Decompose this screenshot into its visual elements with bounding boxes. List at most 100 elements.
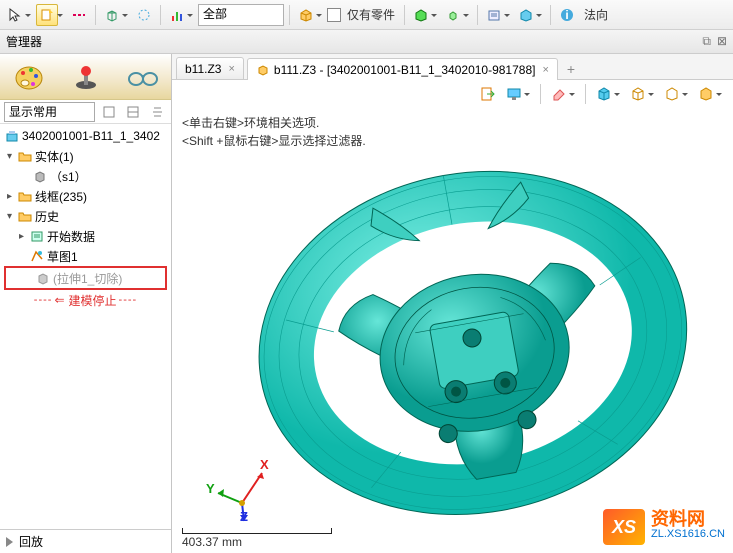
separator [585, 84, 586, 104]
display-opt-1[interactable] [99, 102, 119, 122]
glasses-mode[interactable] [125, 59, 161, 95]
watermark-logo: XS [603, 509, 645, 545]
feature-tree[interactable]: 3402001001-B11_1_3402 ▾ 实体(1) （s1） ▸ 线框(… [0, 124, 171, 529]
separator [540, 84, 541, 104]
tab-b111[interactable]: b111.Z3 - [3402001001-B11_1_3402010-9817… [247, 58, 558, 80]
watermark-cn: 资料网 [651, 512, 725, 527]
replay-label: 回放 [19, 533, 43, 550]
tree-start-data[interactable]: ▸ 开始数据 [0, 226, 171, 246]
tree-root[interactable]: 3402001001-B11_1_3402 [0, 126, 171, 146]
joystick-mode[interactable] [68, 59, 104, 95]
axis-y-label: Y [206, 481, 215, 496]
info-tool[interactable]: i [556, 4, 578, 26]
separator [289, 5, 290, 25]
box3d-tool[interactable] [295, 4, 317, 26]
tree-sketch1[interactable]: 草图1 [0, 246, 171, 266]
tree-extrude-cut-label: (拉伸1_切除) [53, 270, 122, 287]
scale-ruler: 403.37 mm [182, 528, 332, 549]
ruler-value: 403.37 mm [182, 535, 242, 549]
expand-icon[interactable]: ▸ [4, 191, 15, 202]
bars-tool[interactable] [166, 4, 188, 26]
direction-label: 法向 [580, 6, 612, 23]
folder-icon [17, 148, 33, 164]
cube-tool[interactable] [101, 4, 123, 26]
tree-history-folder[interactable]: ▾ 历史 [0, 206, 171, 226]
mode-strip [0, 54, 171, 100]
view-toolbar [172, 80, 733, 108]
green-cube-tool[interactable] [410, 4, 432, 26]
shaded-cube-tool[interactable] [593, 83, 615, 105]
parts-only-check[interactable] [327, 8, 341, 22]
dash-tool[interactable] [68, 4, 90, 26]
manager-panel: 显示常用 3402001001-B11_1_3402 ▾ 实体(1) （s1） … [0, 54, 172, 553]
separator [550, 5, 551, 25]
collapse-icon[interactable]: ▾ [4, 211, 15, 222]
detach-icon[interactable]: ⧉ [702, 34, 711, 49]
display-opt-2[interactable] [123, 102, 143, 122]
eraser-tool[interactable] [548, 83, 570, 105]
wire-cube-tool[interactable] [627, 83, 649, 105]
tab-label: b111.Z3 - [3402001001-B11_1_3402010-9817… [274, 63, 536, 77]
stop-arrow-icon: ⇐ [54, 293, 64, 307]
tree-sketch1-label: 草图1 [47, 248, 78, 265]
model-stop-marker[interactable]: ⇐ 建模停止 [0, 290, 171, 310]
cursor-tool[interactable] [4, 4, 26, 26]
tree-extrude-cut[interactable]: (拉伸1_切除) [6, 268, 165, 288]
tree-root-label: 3402001001-B11_1_3402 [22, 129, 160, 143]
display-opt-3[interactable] [147, 102, 167, 122]
separator [160, 5, 161, 25]
solid-cube-tool[interactable] [695, 83, 717, 105]
display-mode-select[interactable]: 显示常用 [4, 102, 95, 122]
circle-tool[interactable] [133, 4, 155, 26]
tree-wire-label: 线框(235) [35, 188, 87, 205]
tab-close-icon[interactable]: × [542, 64, 548, 76]
mini-cube-tool[interactable] [442, 4, 464, 26]
filter-select[interactable]: 全部 [198, 4, 284, 26]
collapse-icon[interactable]: ▾ [4, 151, 15, 162]
exit-tool[interactable] [477, 83, 499, 105]
main-area: 显示常用 3402001001-B11_1_3402 ▾ 实体(1) （s1） … [0, 54, 733, 553]
main-toolbar: 全部 仅有零件 i 法向 [0, 0, 733, 30]
close-icon[interactable]: ⊠ [717, 34, 727, 49]
blue-cube-tool[interactable] [515, 4, 537, 26]
tab-close-icon[interactable]: × [228, 63, 234, 75]
suppressed-feature-box: (拉伸1_切除) [4, 266, 167, 290]
tab-b11[interactable]: b11.Z3 × [176, 57, 244, 79]
sheet-tool[interactable] [483, 4, 505, 26]
tree-wire-folder[interactable]: ▸ 线框(235) [0, 186, 171, 206]
new-tool[interactable] [36, 4, 58, 26]
display-tool[interactable] [503, 83, 525, 105]
ruler-line [182, 528, 332, 534]
part-icon [4, 128, 20, 144]
palette-mode[interactable] [11, 59, 47, 95]
axis-z-label: Z [240, 509, 248, 524]
folder-icon [17, 208, 33, 224]
data-icon [29, 228, 45, 244]
display-mode-row: 显示常用 [0, 100, 171, 124]
tree-entity-folder[interactable]: ▾ 实体(1) [0, 146, 171, 166]
expand-icon[interactable]: ▸ [16, 231, 27, 242]
filter-label: 全部 [203, 7, 227, 21]
separator [95, 5, 96, 25]
watermark: XS 资料网 ZL.XS1616.CN [603, 509, 725, 545]
steering-wheel-model [232, 138, 712, 538]
replay-bar[interactable]: 回放 [0, 529, 171, 553]
view-axes: X Y Z [214, 463, 274, 523]
folder-icon [17, 188, 33, 204]
sketch-icon [29, 248, 45, 264]
model-stop-label: 建模停止 [69, 292, 117, 309]
watermark-url: ZL.XS1616.CN [651, 527, 725, 542]
separator [477, 5, 478, 25]
tab-add-button[interactable]: + [561, 59, 581, 79]
viewport-area: b11.Z3 × b111.Z3 - [3402001001-B11_1_340… [172, 54, 733, 553]
manager-title: 管理器 [6, 33, 42, 50]
play-icon [6, 537, 13, 547]
solid-icon [32, 168, 48, 184]
tree-entity-item[interactable]: （s1） [0, 166, 171, 186]
model-canvas[interactable]: <单击右键>环境相关选项. <Shift +鼠标右键>显示选择过滤器. [172, 108, 733, 553]
parts-only-label: 仅有零件 [343, 6, 399, 23]
tree-history-label: 历史 [35, 208, 59, 225]
iso-cube-tool[interactable] [661, 83, 683, 105]
svg-text:i: i [565, 8, 568, 22]
display-mode-label: 显示常用 [9, 105, 57, 119]
